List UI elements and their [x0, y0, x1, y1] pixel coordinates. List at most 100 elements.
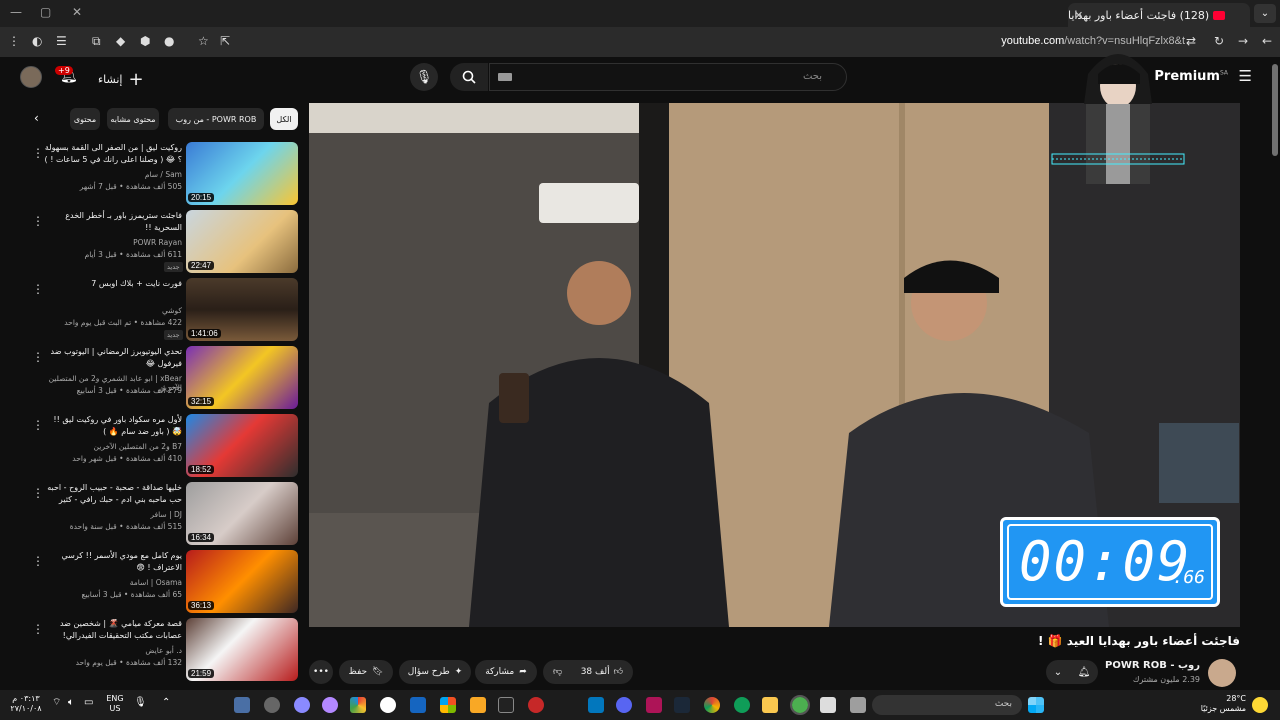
- channel-name[interactable]: د. أبو عايض: [44, 646, 182, 655]
- app-icon[interactable]: [820, 697, 836, 713]
- wifi-icon[interactable]: ⌔: [52, 698, 61, 708]
- channel-name[interactable]: كوشي: [44, 306, 182, 315]
- microsoft-store-icon[interactable]: [440, 697, 456, 713]
- maximize-icon[interactable]: ▢: [40, 5, 51, 19]
- avatar[interactable]: [20, 66, 42, 88]
- app-icon[interactable]: [294, 697, 310, 713]
- taskbar-search-input[interactable]: بحث: [872, 695, 1022, 715]
- more-options-icon[interactable]: ⋮: [32, 418, 44, 432]
- mic-tray-icon[interactable]: 🎙︎: [134, 698, 147, 708]
- list-item[interactable]: 32:15 ⋮ تحدي اليوتيوبرز الرمضاني | اليوت…: [28, 344, 300, 412]
- list-item[interactable]: 22:47 ⋮ فاجئت ستريمرز باور بـ أخطر الخدع…: [28, 208, 300, 276]
- keyboard-icon[interactable]: [498, 73, 512, 81]
- task-view-icon[interactable]: [850, 697, 866, 713]
- search-input[interactable]: بحث: [489, 63, 847, 91]
- list-item[interactable]: 1:41:06 ⋮ فورت نايت + بلاك اوبس 7 كوشي 4…: [28, 276, 300, 344]
- extension-shield-icon[interactable]: ⬢: [140, 34, 150, 48]
- thumbnail[interactable]: 21:59: [186, 618, 298, 681]
- list-item[interactable]: 20:15 ⋮ روكيت ليق | من الصفر الى القمة ب…: [28, 140, 300, 208]
- reload-icon[interactable]: ↻: [1214, 34, 1224, 48]
- more-options-icon[interactable]: ⋮: [32, 486, 44, 500]
- browser-tab-active[interactable]: (128) فاجئت أعضاء باور بهدايا ✕: [1068, 3, 1250, 27]
- thumbnail[interactable]: 1:41:06: [186, 278, 298, 341]
- search-button[interactable]: [450, 63, 488, 91]
- app-icon[interactable]: [470, 697, 486, 713]
- chip-all[interactable]: الكل: [270, 108, 298, 130]
- app-icon[interactable]: [322, 697, 338, 713]
- thumbnail[interactable]: 36:13: [186, 550, 298, 613]
- close-tab-icon[interactable]: ✕: [1074, 9, 1083, 22]
- more-actions-button[interactable]: •••: [309, 660, 333, 684]
- discord-icon[interactable]: [616, 697, 632, 713]
- share-button[interactable]: مشاركة ➦: [475, 660, 537, 684]
- app-icon[interactable]: [410, 697, 426, 713]
- extension-red-icon[interactable]: ●: [164, 34, 174, 48]
- thumbnail[interactable]: 18:52: [186, 414, 298, 477]
- app-icon[interactable]: [350, 697, 366, 713]
- browser-menu-icon[interactable]: ⋮: [8, 34, 20, 48]
- thumbnail[interactable]: 16:34: [186, 482, 298, 545]
- close-window-icon[interactable]: ✕: [72, 5, 82, 19]
- like-button[interactable]: 38 ألف 👍︎: [581, 667, 623, 677]
- forward-icon[interactable]: →: [1238, 34, 1248, 48]
- extensions-puzzle-icon[interactable]: ⧉: [92, 34, 101, 49]
- scrollbar-thumb[interactable]: [1272, 64, 1278, 156]
- list-item[interactable]: 16:34 ⋮ خليها صداقة - صحبة - حبيب الروح …: [28, 480, 300, 548]
- video-title[interactable]: فاجئت ستريمرز باور بـ أخطر الخدع السحرية…: [44, 210, 182, 234]
- minimize-icon[interactable]: —: [10, 5, 22, 19]
- list-item[interactable]: 18:52 ⋮ لأول مره سكواد باور في روكيت ليق…: [28, 412, 300, 480]
- volume-icon[interactable]: 🔈︎: [68, 698, 74, 708]
- video-title[interactable]: قصة معركة ميامي 🌋 | شخصين ضد عصابات مكتب…: [44, 618, 182, 642]
- app-icon[interactable]: [528, 697, 544, 713]
- obs-app-icon[interactable]: [264, 697, 280, 713]
- profile-icon[interactable]: ◐: [32, 34, 42, 48]
- chrome-icon[interactable]: [704, 697, 720, 713]
- chevron-left-icon[interactable]: ‹: [34, 111, 52, 129]
- battery-icon[interactable]: ▭: [84, 698, 93, 708]
- channel-name[interactable]: Osama | اسامة: [44, 578, 182, 587]
- list-item[interactable]: 36:13 ⋮ يوم كامل مع مودي الأسمر !! كرسي …: [28, 548, 300, 616]
- voice-search-icon[interactable]: 🎙︎: [410, 63, 438, 91]
- list-item[interactable]: 21:59 ⋮ قصة معركة ميامي 🌋 | شخصين ضد عصا…: [28, 616, 300, 684]
- channel-name[interactable]: POWR Rayan: [44, 238, 182, 247]
- video-title[interactable]: لأول مره سكواد باور في روكيت ليق !! 🤯 ( …: [44, 414, 182, 438]
- channel-name[interactable]: B7 و2 من المتصلين الآخرين: [44, 442, 182, 451]
- thumbnail[interactable]: 22:47: [186, 210, 298, 273]
- chip-from-channel[interactable]: من روب - POWR ROB: [168, 108, 264, 130]
- file-explorer-icon[interactable]: [762, 697, 778, 713]
- extension-diamond-icon[interactable]: ◆: [116, 34, 125, 48]
- page-scrollbar[interactable]: [1270, 58, 1278, 698]
- chip-similar[interactable]: محتوى مشابه: [107, 108, 159, 130]
- channel-name[interactable]: Sam / سام: [44, 170, 182, 179]
- guide-menu-icon[interactable]: ☰: [1239, 67, 1252, 85]
- more-options-icon[interactable]: ⋮: [32, 282, 44, 296]
- ask-button[interactable]: طرح سؤال ✦: [399, 660, 471, 684]
- thumbnail[interactable]: 32:15: [186, 346, 298, 409]
- more-options-icon[interactable]: ⋮: [32, 554, 44, 568]
- chip-more[interactable]: محتوى: [70, 108, 100, 130]
- tab-search-icon[interactable]: ⌄: [1254, 4, 1276, 23]
- settings-app-icon[interactable]: [234, 697, 250, 713]
- create-button[interactable]: إنشاء +: [98, 69, 144, 90]
- video-title[interactable]: يوم كامل مع مودي الأسمر !! كرسي الاعتراف…: [44, 550, 182, 574]
- save-button[interactable]: حفظ 🔖︎: [339, 660, 393, 684]
- more-options-icon[interactable]: ⋮: [32, 214, 44, 228]
- more-options-icon[interactable]: ⋮: [32, 622, 44, 636]
- app-icon[interactable]: [380, 697, 396, 713]
- channel-name[interactable]: DJ | سافر: [44, 510, 182, 519]
- video-title[interactable]: فورت نايت + بلاك اوبس 7: [44, 278, 182, 290]
- video-title[interactable]: روكيت ليق | من الصفر الى القمة بسهولة ؟ …: [44, 142, 182, 168]
- video-title[interactable]: خليها صداقة - صحبة - حبيب الروح - احبه ح…: [44, 482, 182, 508]
- app-icon[interactable]: [646, 697, 662, 713]
- epic-games-icon[interactable]: [498, 697, 514, 713]
- video-title[interactable]: تحدي اليوتيوبرز الرمضاني | اليوتوب ضد في…: [44, 346, 182, 370]
- language-indicator[interactable]: ENG US: [104, 694, 126, 714]
- more-options-icon[interactable]: ⋮: [32, 350, 44, 364]
- bookmark-star-icon[interactable]: ☆: [198, 34, 209, 48]
- edge-icon[interactable]: [734, 697, 750, 713]
- dislike-icon[interactable]: 👎︎: [553, 667, 562, 677]
- share-page-icon[interactable]: ⇱: [220, 34, 230, 48]
- thumbnail[interactable]: 20:15: [186, 142, 298, 205]
- back-icon[interactable]: ←: [1262, 34, 1272, 48]
- tray-chevron-icon[interactable]: ⌃: [162, 698, 170, 708]
